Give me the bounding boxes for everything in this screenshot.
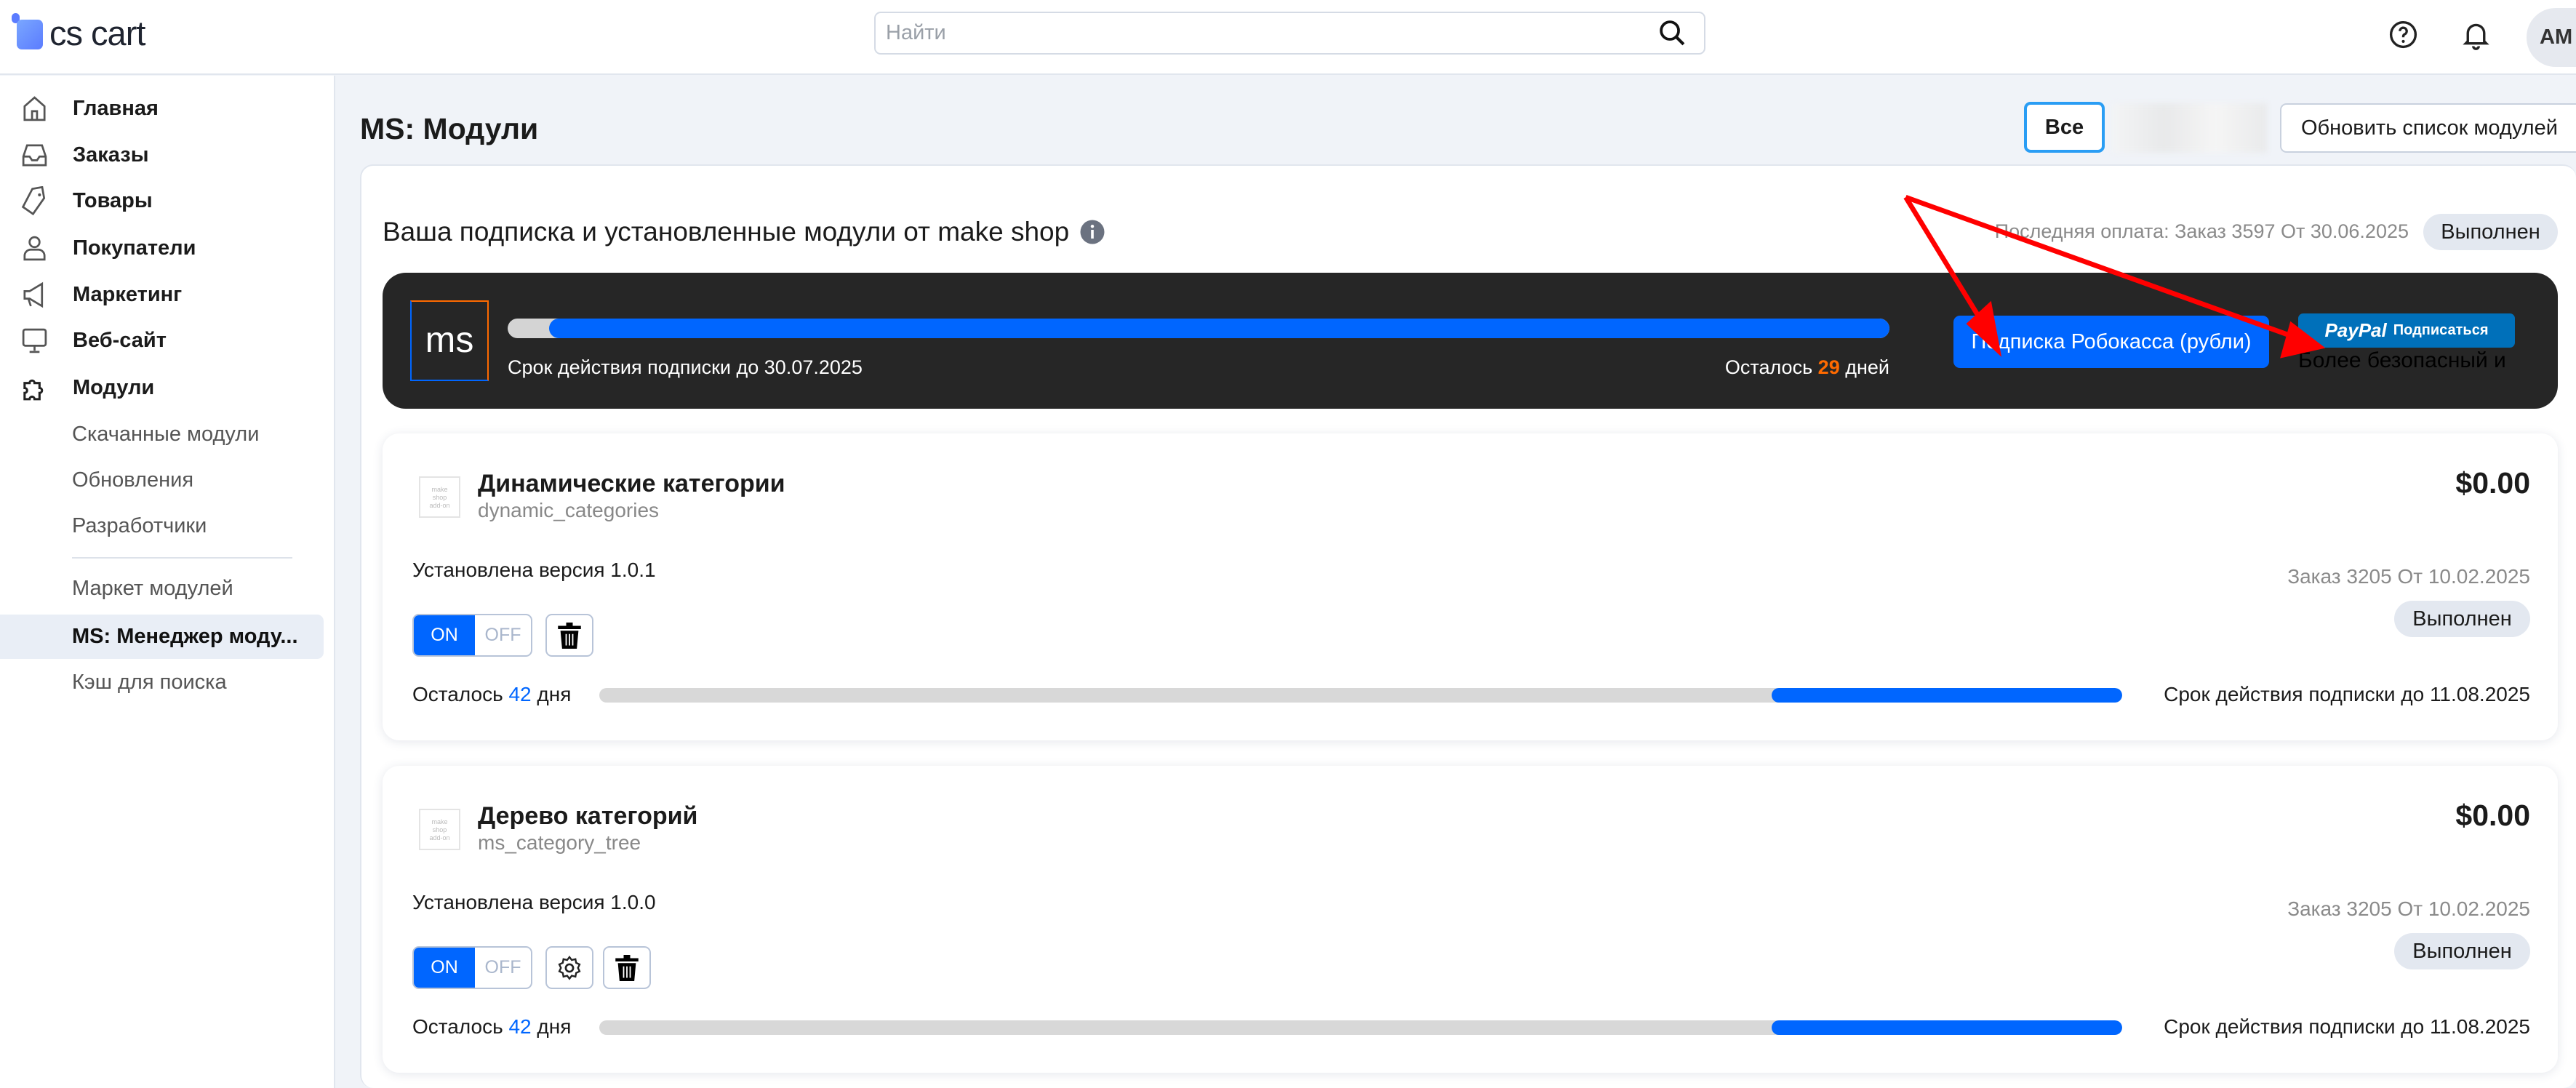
trash-icon [615,954,639,981]
sidebar-subitem-market[interactable]: Маркет модулей [72,577,233,601]
sidebar-item-customers[interactable]: Покупатели [20,230,196,266]
subscription-progress-fill [549,319,1889,338]
delete-button[interactable] [545,614,593,657]
subscription-progress [508,319,1889,338]
sidebar-item-products[interactable]: Товары [20,183,153,219]
page-title: MS: Модули [360,112,539,145]
logo-icon [17,20,43,49]
status-badge: Выполнен [2394,933,2530,969]
sidebar-item-orders[interactable]: Заказы [20,137,148,173]
module-order: Заказ 3205 От 10.02.2025 [2287,565,2530,588]
blurred-filters [2113,103,2267,153]
help-icon[interactable] [2387,18,2420,51]
module-name: Дерево категорий [478,802,698,830]
sidebar-item-modules[interactable]: Модули [20,369,154,406]
puzzle-icon [23,379,44,400]
settings-button[interactable] [545,946,593,989]
paypal-subscribe-button[interactable]: PayPal Подписаться [2298,313,2515,348]
module-remaining: Осталось 42 дня [412,1015,572,1038]
page: cs cart AM Главная Заказы Товары Покупат… [0,0,2576,1088]
bell-icon[interactable] [2460,18,2492,51]
subscription-valid-until: Срок действия подписки до 30.07.2025 [508,356,863,378]
robokassa-subscribe-button[interactable]: Подписка Робокасса (рубли) [1953,316,2269,368]
module-toggle[interactable]: ON OFF [412,614,532,657]
inbox-icon [22,143,47,167]
last-payment: Последняя оплата: Заказ 3597 От 30.06.20… [1994,220,2409,242]
search-input[interactable] [876,13,1652,53]
module-placeholder-image: make shop add-on [419,476,460,518]
module-price: $0.00 [2455,799,2530,832]
module-progress-fill [1772,688,2122,703]
module-valid-until: Срок действия подписки до 11.08.2025 [2164,683,2530,705]
ms-logo: ms [410,300,489,381]
module-version: Установлена версия 1.0.1 [412,559,656,581]
module-progress-fill [1772,1020,2122,1035]
monitor-icon [22,328,47,353]
sidebar-subitem-developers[interactable]: Разработчики [72,514,207,538]
module-slug: ms_category_tree [478,831,641,854]
divider [72,557,292,559]
logo[interactable]: cs cart [49,13,145,53]
module-progress [599,688,2122,703]
avatar[interactable]: AM [2527,8,2576,67]
module-card: make shop add-on Дерево категорий ms_categor… [383,766,2558,1073]
filter-all-button[interactable]: Все [2024,102,2105,153]
paypal-note: Более безопасный и [2298,348,2506,372]
trash-icon [558,622,581,649]
search-icon[interactable] [1657,18,1687,48]
user-icon [23,236,46,260]
module-price: $0.00 [2455,466,2530,500]
sidebar-subitem-downloaded[interactable]: Скачанные модули [72,423,259,447]
megaphone-icon [23,281,44,308]
module-valid-until: Срок действия подписки до 11.08.2025 [2164,1015,2530,1038]
tag-icon [21,185,46,215]
subscription-heading: Ваша подписка и установленные модули от … [383,217,1105,247]
toggle-on[interactable]: ON [414,615,475,655]
top-bar: cs cart AM [0,0,2576,75]
module-remaining: Осталось 42 дня [412,683,572,705]
module-card: make shop add-on Динамические категории dyna… [383,433,2558,740]
module-slug: dynamic_categories [478,499,660,521]
search-box[interactable] [874,12,1705,55]
toggle-off[interactable]: OFF [475,615,531,655]
sidebar: Главная Заказы Товары Покупатели Маркети… [0,76,335,1088]
toggle-off[interactable]: OFF [475,948,531,988]
refresh-modules-button[interactable]: Обновить список модулей [2280,103,2576,153]
sidebar-item-home[interactable]: Главная [20,90,159,127]
sidebar-item-marketing[interactable]: Маркетинг [20,276,182,313]
info-icon[interactable] [1079,219,1105,245]
module-placeholder-image: make shop add-on [419,809,460,850]
delete-button[interactable] [603,946,651,989]
module-name: Динамические категории [478,470,785,497]
toggle-on[interactable]: ON [414,948,475,988]
gear-icon [558,955,581,980]
module-progress [599,1020,2122,1035]
status-badge: Выполнен [2423,214,2558,250]
sidebar-subitem-updates[interactable]: Обновления [72,468,193,492]
subscription-remaining: Осталось 29 дней [1724,356,1889,378]
sidebar-item-website[interactable]: Веб-сайт [20,322,167,359]
module-toggle[interactable]: ON OFF [412,946,532,989]
status-badge: Выполнен [2394,601,2530,637]
module-version: Установлена версия 1.0.0 [412,891,656,913]
sidebar-subitem-search-cache[interactable]: Кэш для поиска [72,671,227,695]
sidebar-subitem-ms-manager[interactable]: MS: Менеджер моду... [72,625,298,649]
subscription-banner: ms Срок действия подписки до 30.07.2025 … [383,273,2558,409]
home-icon [23,95,46,121]
module-order: Заказ 3205 От 10.02.2025 [2287,897,2530,920]
